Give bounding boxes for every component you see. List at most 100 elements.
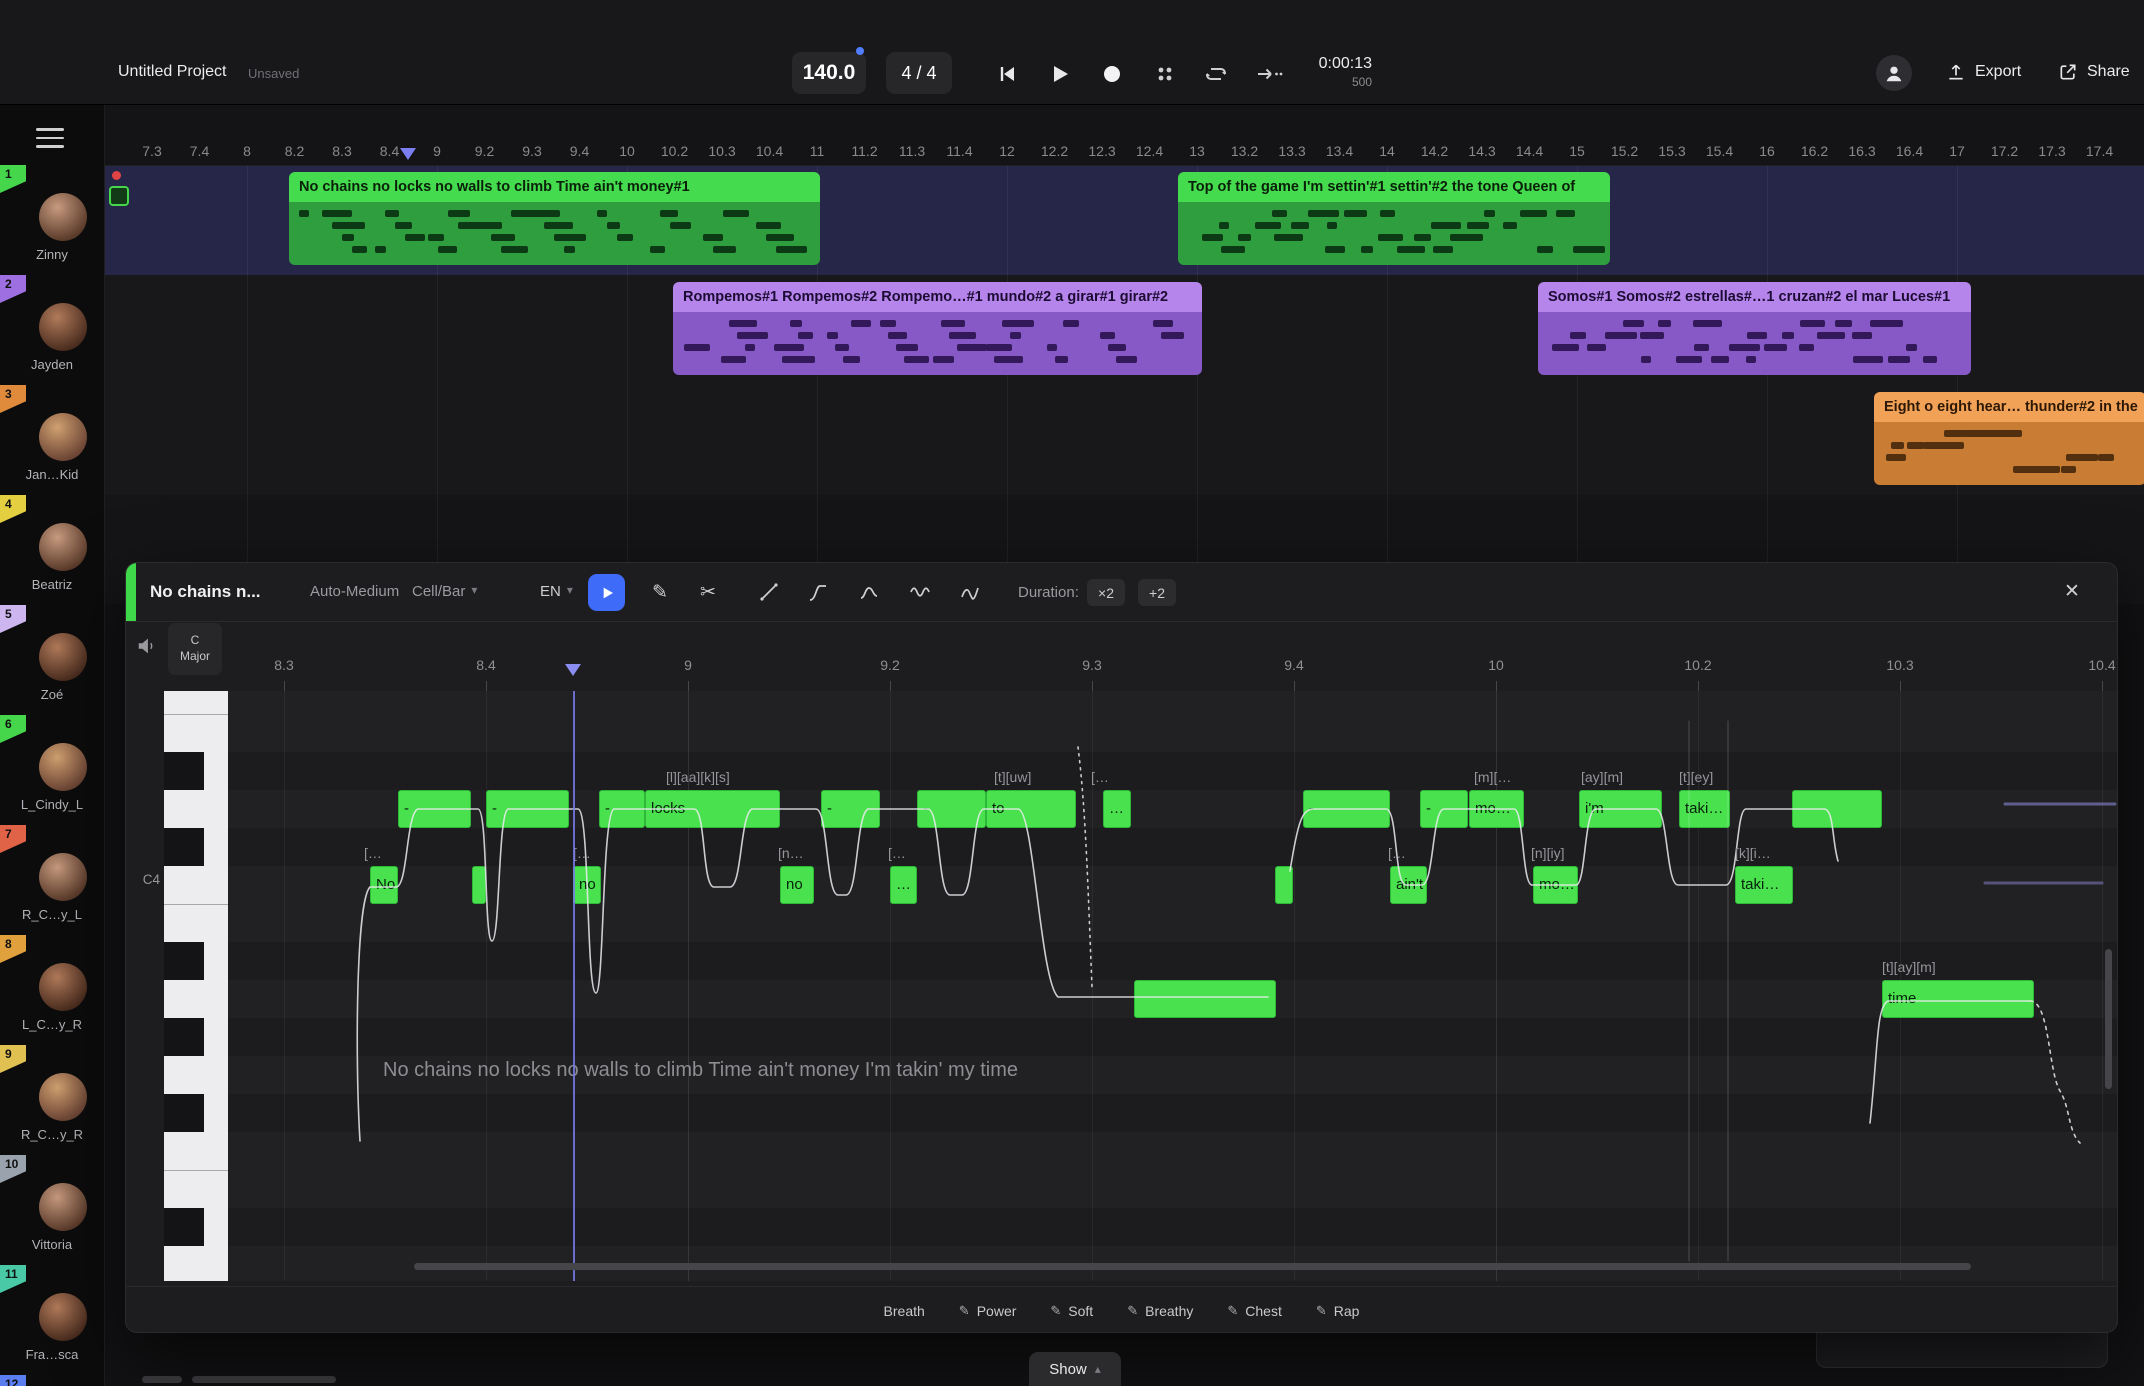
midi-note[interactable] <box>1275 866 1293 904</box>
track-avatar[interactable] <box>39 743 87 791</box>
track-lane[interactable] <box>104 385 2144 496</box>
track-avatar[interactable] <box>39 303 87 351</box>
duration-plus2-button[interactable]: +2 <box>1138 579 1176 606</box>
play-button[interactable] <box>1044 59 1074 89</box>
editor-vscrollbar[interactable] <box>2105 949 2112 1089</box>
scissors-tool[interactable]: ✂ <box>694 578 722 606</box>
midi-note[interactable]: … <box>890 866 917 904</box>
track-avatar[interactable] <box>39 853 87 901</box>
language-select[interactable]: EN▾ <box>540 583 573 600</box>
duration-x2-button[interactable]: ×2 <box>1087 579 1125 606</box>
track-item[interactable]: 2Jayden <box>0 275 104 385</box>
midi-note[interactable]: to <box>986 790 1076 828</box>
record-indicator[interactable] <box>112 171 121 180</box>
timeline-clip[interactable]: No chains no locks no walls to climb Tim… <box>289 172 820 265</box>
midi-note[interactable] <box>472 866 486 904</box>
track-avatar[interactable] <box>39 633 87 681</box>
voice-mode-button-breath[interactable]: Breath <box>884 1303 925 1319</box>
track-item[interactable]: 8L_C…y_R <box>0 935 104 1045</box>
close-button[interactable]: ✕ <box>2058 577 2086 605</box>
midi-note[interactable]: No <box>370 866 398 904</box>
track-avatar[interactable] <box>39 1293 87 1341</box>
track-avatar[interactable] <box>39 963 87 1011</box>
horizontal-scrollbar[interactable] <box>192 1376 336 1383</box>
grid-dots-button[interactable] <box>1150 59 1180 89</box>
track-item[interactable]: 10Vittoria <box>0 1155 104 1265</box>
skip-to-start-button[interactable] <box>992 59 1022 89</box>
track-item[interactable]: 1Zinny <box>0 165 104 275</box>
piano-key-black[interactable] <box>164 1208 204 1246</box>
editor-ruler[interactable]: 8.38.499.29.39.41010.210.310.4 <box>228 651 2107 691</box>
horizontal-scrollbar[interactable] <box>142 1376 182 1383</box>
share-button[interactable]: Share <box>2058 62 2130 82</box>
timeline-clip[interactable]: Rompemos#1 Rompemos#2 Rompemo…#1 mundo#2… <box>673 282 1202 375</box>
track-item[interactable]: 11Fra…sca <box>0 1265 104 1375</box>
midi-note[interactable]: … <box>1103 790 1131 828</box>
midi-note[interactable]: - <box>821 790 880 828</box>
track-avatar[interactable] <box>39 1183 87 1231</box>
voice-mode-button-power[interactable]: ✎Power <box>959 1303 1017 1319</box>
track-avatar[interactable] <box>39 523 87 571</box>
midi-note[interactable]: taki… <box>1735 866 1793 904</box>
midi-note[interactable]: mo… <box>1469 790 1524 828</box>
midi-note[interactable]: mo… <box>1533 866 1578 904</box>
midi-note[interactable]: - <box>486 790 569 828</box>
midi-note[interactable] <box>1792 790 1882 828</box>
piano-key-black[interactable] <box>164 942 204 980</box>
loop-button[interactable] <box>1201 59 1231 89</box>
midi-note[interactable]: no <box>573 866 601 904</box>
timeline-clip[interactable]: Top of the game I'm settin'#1 settin'#2 … <box>1178 172 1610 265</box>
midi-note[interactable]: i'm <box>1579 790 1662 828</box>
midi-note[interactable]: - <box>398 790 471 828</box>
piano-key-black[interactable] <box>164 1018 204 1056</box>
track-avatar[interactable] <box>39 413 87 461</box>
track-item[interactable]: 12 <box>0 1375 104 1386</box>
midi-note[interactable] <box>1134 980 1276 1018</box>
voice-mode-button-breathy[interactable]: ✎Breathy <box>1127 1303 1193 1319</box>
playhead-marker[interactable] <box>400 148 416 160</box>
timeline-clip[interactable]: Somos#1 Somos#2 estrellas#…1 cruzan#2 el… <box>1538 282 1971 375</box>
voice-mode-button-soft[interactable]: ✎Soft <box>1050 1303 1093 1319</box>
piano-key-black[interactable] <box>164 752 204 790</box>
vibrato-tool[interactable] <box>956 578 984 606</box>
editor-playhead-marker[interactable] <box>565 664 581 676</box>
clip-source-icon[interactable] <box>109 186 129 206</box>
arrangement-timeline[interactable]: 7.37.488.28.38.499.29.39.41010.210.310.4… <box>104 104 2144 604</box>
export-button[interactable]: Export <box>1946 62 2021 82</box>
show-button[interactable]: Show ▴ <box>1029 1352 1121 1386</box>
midi-note[interactable]: no <box>780 866 814 904</box>
track-item[interactable]: 9R_C…y_R <box>0 1045 104 1155</box>
editor-hscrollbar[interactable] <box>414 1263 1971 1270</box>
track-item[interactable]: 7R_C…y_L <box>0 825 104 935</box>
record-button[interactable] <box>1097 59 1127 89</box>
speaker-icon[interactable] <box>136 635 160 659</box>
track-item[interactable]: 5Zoé <box>0 605 104 715</box>
voice-mode-button-rap[interactable]: ✎Rap <box>1316 1303 1360 1319</box>
smooth-tool[interactable] <box>855 578 883 606</box>
midi-note[interactable]: locks <box>645 790 780 828</box>
midi-note[interactable]: - <box>1303 790 1390 828</box>
autoscroll-button[interactable] <box>1254 59 1284 89</box>
track-avatar[interactable] <box>39 193 87 241</box>
midi-note[interactable]: - <box>599 790 645 828</box>
editor-play-button[interactable] <box>588 574 625 611</box>
time-signature[interactable]: 4 / 4 <box>886 52 952 94</box>
track-avatar[interactable] <box>39 1073 87 1121</box>
midi-note[interactable]: - <box>1420 790 1468 828</box>
midi-note[interactable]: - <box>917 790 986 828</box>
midi-note[interactable]: ain't <box>1390 866 1427 904</box>
piano-keyboard[interactable] <box>164 691 228 1281</box>
piano-key-black[interactable] <box>164 1094 204 1132</box>
line-tool[interactable] <box>755 578 783 606</box>
midi-note[interactable]: taki… <box>1679 790 1730 828</box>
cellbar-select[interactable]: Cell/Bar▾ <box>412 583 477 600</box>
track-item[interactable]: 6L_Cindy_L <box>0 715 104 825</box>
curve-tool[interactable] <box>804 578 832 606</box>
pencil-tool[interactable]: ✎ <box>646 578 674 606</box>
note-grid[interactable]: ---locks--to…--mo…i'mtaki…Nonono…ain'tmo… <box>228 691 2118 1281</box>
timeline-clip[interactable]: Eight o eight hear… thunder#2 in the <box>1874 392 2144 485</box>
track-item[interactable]: 4Beatriz <box>0 495 104 605</box>
bpm-display[interactable]: 140.0 <box>792 52 866 94</box>
voice-mode-button-chest[interactable]: ✎Chest <box>1227 1303 1281 1319</box>
mode-select[interactable]: Auto-Medium <box>310 583 399 600</box>
